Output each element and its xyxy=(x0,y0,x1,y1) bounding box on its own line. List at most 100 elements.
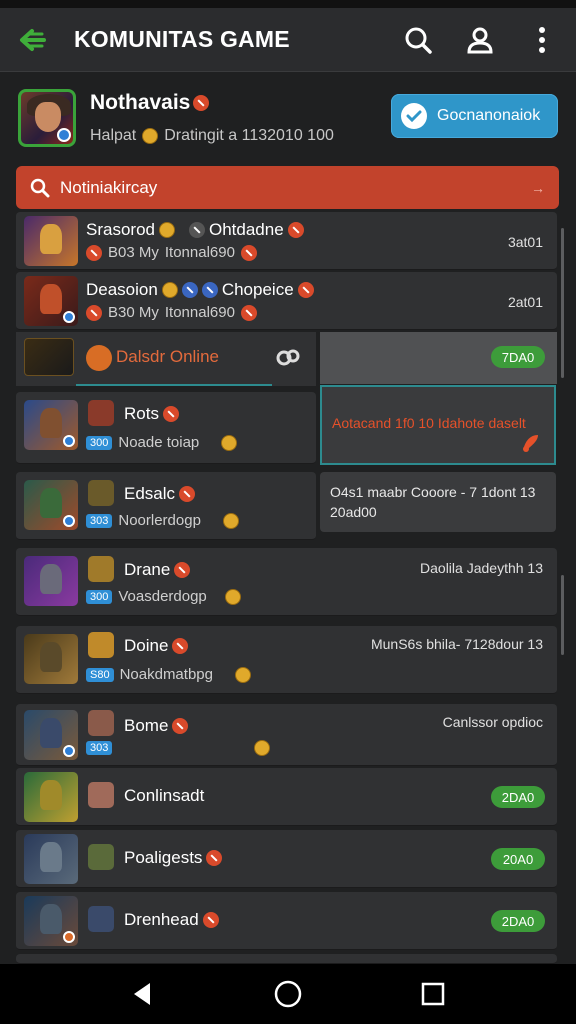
rank-badge-icon xyxy=(297,282,314,298)
player-avatar xyxy=(88,710,114,736)
coin-icon xyxy=(221,434,238,451)
check-circle-icon xyxy=(401,103,427,129)
list-item-title: Doine xyxy=(124,636,169,655)
list-item-subtitle: B30 My xyxy=(108,304,159,321)
player-avatar xyxy=(88,400,114,426)
game-thumbnail xyxy=(24,772,78,822)
online-card[interactable]: Dalsdr Online xyxy=(16,332,316,386)
search-bar[interactable]: Notiniakircay → xyxy=(16,166,559,209)
game-logo xyxy=(24,338,74,376)
list-item[interactable]: Deasoion Chopeice B30 My Itonnal690 2at01 xyxy=(16,272,557,330)
rank-badge-icon xyxy=(240,244,257,261)
list-item[interactable]: Doine S80 Noakdmatbpg MunS6s bhila- 7128d… xyxy=(16,626,557,694)
message-line-1: O4s1 maabr Cooore - 7 1dont 13 xyxy=(330,484,536,500)
list-item-meta: Daolila Jadeythh 13 xyxy=(420,560,543,576)
connect-button[interactable]: Gocnanonaiok xyxy=(391,94,558,138)
settings-gear-icon[interactable] xyxy=(274,344,302,372)
rank-badge-icon xyxy=(202,912,219,928)
list-item-title: Drenhead xyxy=(124,910,199,929)
list-item-meta: 3at01 xyxy=(507,234,543,250)
list-item[interactable]: Drane 300 Voasderdogp Daolila Jadeythh 13 xyxy=(16,548,557,616)
list-item[interactable]: Srasorod Ohtdadne B03 My Itonnal690 3at01 xyxy=(16,212,557,270)
level-pill: 300 xyxy=(86,589,113,604)
rank-badge-icon xyxy=(179,486,196,502)
system-nav-bar xyxy=(0,964,576,1024)
progress-line xyxy=(76,384,272,386)
arrow-right-icon: → xyxy=(531,179,545,196)
game-thumbnail xyxy=(24,710,78,760)
join-button[interactable]: 2DA0 xyxy=(491,786,545,808)
list-item-subtitle-2: Itonnal690 xyxy=(164,244,235,261)
search-input[interactable]: Notiniakircay xyxy=(60,178,157,198)
back-triangle-icon[interactable] xyxy=(121,972,165,1016)
join-button[interactable]: 2DA0 xyxy=(491,910,545,932)
player-avatar xyxy=(88,906,114,932)
coin-icon xyxy=(224,588,241,605)
message-panel[interactable]: O4s1 maabr Cooore - 7 1dont 13 20ad00 xyxy=(320,472,556,532)
list-item[interactable]: Drenhead 2DA0 xyxy=(16,892,557,950)
notification-panel[interactable]: Aotacand 1f0 10 Idahote daselt xyxy=(320,385,556,465)
player-avatar xyxy=(88,556,114,582)
list-item[interactable]: Conlinsadt 2DA0 xyxy=(16,768,557,826)
player-avatar xyxy=(88,844,114,870)
list-item-title: Rots xyxy=(124,404,159,423)
blue-badge-icon xyxy=(181,282,198,298)
coin-icon xyxy=(254,740,271,756)
list-item[interactable]: Rots 300 Noade toiap xyxy=(16,392,316,464)
more-vert-icon[interactable] xyxy=(522,20,562,60)
rank-badge-icon xyxy=(193,95,210,111)
list-item[interactable]: Edsalc 303 Noorlerdogp xyxy=(16,472,316,540)
rank-badge-icon xyxy=(162,406,179,422)
list-item-title-2: Chopeice xyxy=(221,280,294,299)
notification-text: Aotacand 1f0 10 Idahote daselt xyxy=(332,415,526,431)
scrollbar[interactable] xyxy=(561,228,564,378)
recents-square-icon[interactable] xyxy=(411,972,455,1016)
list-item-title: Conlinsadt xyxy=(124,786,205,805)
search-icon xyxy=(30,178,50,197)
game-thumbnail xyxy=(24,634,78,684)
list-item-subtitle: Noakdmatbpg xyxy=(119,666,213,683)
user-icon[interactable] xyxy=(460,20,500,60)
message-line-2: 20ad00 xyxy=(330,504,377,520)
coin-icon xyxy=(142,128,159,144)
page-title: KOMUNITAS GAME xyxy=(74,26,290,52)
list-item[interactable]: Bome 303 Canlssor opdioc xyxy=(16,704,557,766)
list-item xyxy=(16,954,557,964)
list-item-title: Edsalc xyxy=(124,484,176,503)
list-item-title-2: Ohtdadne xyxy=(208,220,284,239)
connect-button-label: Gocnanonaiok xyxy=(437,107,541,124)
home-circle-icon[interactable] xyxy=(266,972,310,1016)
list-item-meta: 2at01 xyxy=(507,294,543,310)
rank-badge-icon xyxy=(174,562,191,578)
scrollbar[interactable] xyxy=(561,575,564,655)
list-item-subtitle: B03 My xyxy=(108,244,159,261)
player-avatar xyxy=(88,632,114,658)
status-bar xyxy=(0,0,576,8)
avatar[interactable] xyxy=(18,89,76,147)
list-item-title: Drane xyxy=(124,560,171,579)
player-avatar xyxy=(88,782,114,808)
list-item[interactable]: Poaligests 20A0 xyxy=(16,830,557,888)
back-arrow-icon[interactable] xyxy=(14,22,50,58)
coin-icon xyxy=(234,666,251,683)
online-label: Dalsdr Online xyxy=(116,347,219,366)
game-thumbnail xyxy=(24,400,78,450)
level-pill: 300 xyxy=(86,435,113,450)
list-item-title: Poaligests xyxy=(124,848,203,867)
level-pill: 303 xyxy=(86,513,113,528)
join-button[interactable]: 20A0 xyxy=(491,848,545,870)
list-item-meta: MunS6s bhila- 7128dour 13 xyxy=(370,636,543,652)
blue-badge-icon xyxy=(201,282,218,298)
list-item-subtitle: Noade toiap xyxy=(118,434,200,451)
profile-subtitle-b: Dratingit a 1132010 100 xyxy=(164,127,334,144)
status-button[interactable]: 7DA0 xyxy=(491,346,545,368)
game-thumbnail xyxy=(24,480,78,530)
rank-badge-icon xyxy=(287,222,304,238)
player-avatar xyxy=(88,480,114,506)
game-thumbnail xyxy=(24,216,78,266)
game-thumbnail xyxy=(24,276,78,326)
profile-name: Nothavais xyxy=(90,91,191,114)
level-pill: S80 xyxy=(86,667,114,682)
game-thumbnail xyxy=(24,834,78,884)
search-icon[interactable] xyxy=(398,20,438,60)
